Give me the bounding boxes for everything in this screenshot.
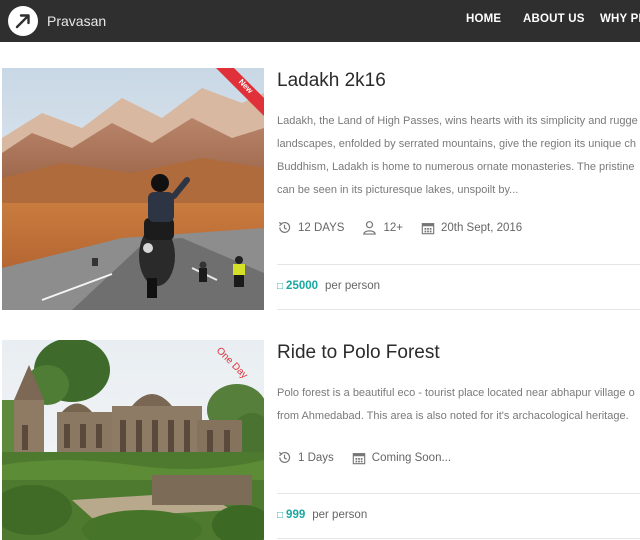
card-divider: [277, 309, 640, 310]
card-divider: [277, 264, 640, 265]
tour-description: Polo forest is a beautiful eco - tourist…: [277, 387, 635, 422]
date-text: 20th Sept, 2016: [440, 221, 523, 234]
age-text: 12+: [383, 221, 403, 234]
nav-about-us[interactable]: ABOUT US: [523, 0, 585, 42]
compass-logo-icon: [8, 6, 38, 36]
tour-card: New Ladakh 2k16 Ladakh, the Land of High…: [0, 68, 640, 310]
date-text: Coming Soon...: [371, 451, 452, 464]
nav-home[interactable]: HOME: [466, 0, 501, 42]
tour-card-body: Ride to Polo Forest Polo forest is a bea…: [277, 340, 640, 540]
brand-logo-link[interactable]: Pravasan: [8, 5, 106, 37]
duration-meta: 1 Days: [277, 450, 334, 465]
price-row: □ 999 per person: [277, 509, 367, 521]
age-meta: 12+: [362, 220, 403, 235]
price-row: □ 25000 per person: [277, 280, 380, 292]
price-value: 999: [286, 509, 306, 521]
rupee-icon: □: [277, 509, 284, 521]
tour-meta: 12 DAYS 12+ 20th Sept, 2016: [277, 220, 540, 235]
card-divider: [277, 538, 640, 539]
user-icon: [363, 221, 377, 235]
price-value: 25000: [286, 280, 319, 292]
duration-meta: 12 DAYS: [277, 220, 344, 235]
history-icon: [278, 451, 291, 463]
tour-image-ladakh[interactable]: New: [2, 68, 264, 310]
price-unit: per person: [325, 280, 381, 292]
nav-why[interactable]: WHY PR: [600, 0, 640, 42]
tour-card: One Day Ride to Polo Forest Polo forest …: [0, 340, 640, 540]
tour-meta: 1 Days Coming Soon...: [277, 450, 469, 465]
tour-title[interactable]: Ride to Polo Forest: [277, 342, 440, 364]
rupee-icon: □: [277, 280, 284, 292]
tour-image-polo-forest[interactable]: One Day: [2, 340, 264, 540]
top-navbar: Pravasan HOME ABOUT US WHY PR: [0, 0, 640, 42]
brand-name: Pravasan: [47, 13, 107, 29]
date-meta: Coming Soon...: [352, 451, 451, 465]
duration-text: 1 Days: [298, 451, 334, 464]
tour-card-body: Ladakh 2k16 Ladakh, the Land of High Pas…: [277, 68, 640, 310]
price-unit: per person: [312, 509, 368, 521]
duration-text: 12 DAYS: [298, 221, 345, 234]
tour-title[interactable]: Ladakh 2k16: [277, 70, 386, 92]
calendar-icon: [421, 222, 435, 234]
card-divider: [277, 493, 640, 494]
tour-description: Ladakh, the Land of High Passes, wins he…: [277, 115, 638, 196]
calendar-icon: [352, 452, 366, 464]
date-meta: 20th Sept, 2016: [421, 221, 522, 235]
history-icon: [278, 221, 291, 233]
